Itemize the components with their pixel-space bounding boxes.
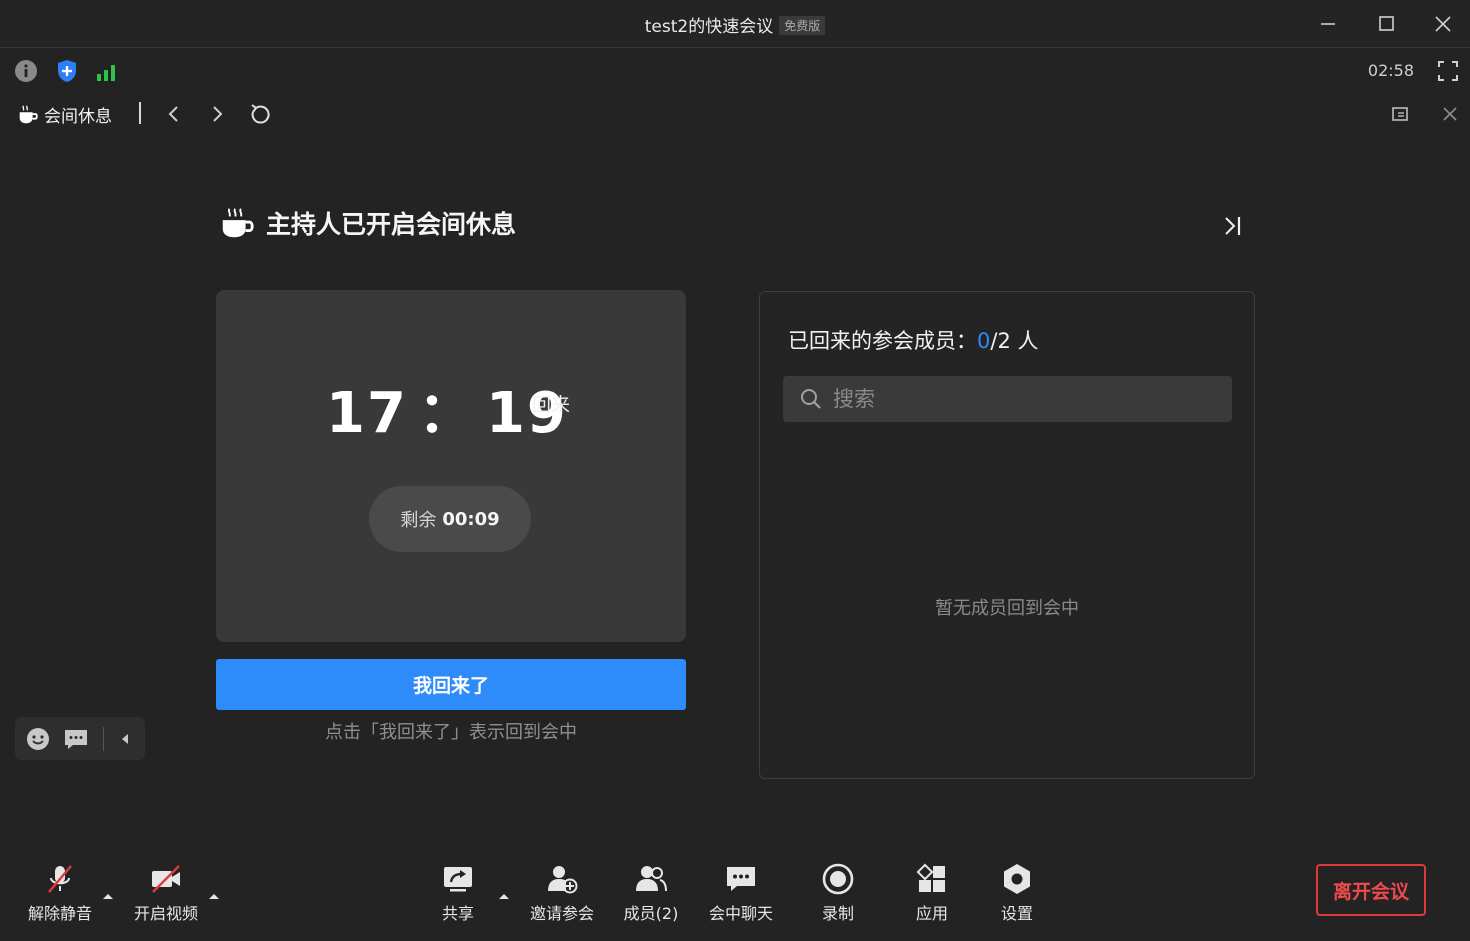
remaining-value: 00:09 bbox=[442, 508, 500, 530]
reaction-bar bbox=[15, 717, 145, 760]
record-button[interactable]: 录制 bbox=[798, 862, 878, 924]
member-search-input[interactable] bbox=[783, 376, 1232, 422]
forward-arrow-icon[interactable] bbox=[203, 100, 231, 128]
return-time-card: 17： 19 回来 剩余 00:09 bbox=[216, 290, 686, 642]
close-panel-icon[interactable] bbox=[1436, 100, 1464, 128]
im-back-button[interactable]: 我回来了 bbox=[216, 659, 686, 710]
close-window-icon[interactable] bbox=[1431, 12, 1455, 36]
return-suffix: 回来 bbox=[532, 394, 571, 416]
gear-icon bbox=[1004, 864, 1030, 894]
members-title-prefix: 已回来的参会成员： bbox=[788, 329, 977, 353]
coffee-cup-icon bbox=[222, 208, 254, 238]
fullscreen-icon[interactable] bbox=[1436, 59, 1460, 83]
emoji-icon[interactable] bbox=[25, 726, 51, 752]
apps-label: 应用 bbox=[915, 904, 948, 923]
share-label: 共享 bbox=[441, 904, 474, 923]
back-arrow-icon[interactable] bbox=[160, 100, 188, 128]
break-tab-label: 会间休息 bbox=[44, 107, 112, 127]
meeting-title: test2的快速会议 bbox=[644, 17, 774, 37]
settings-button[interactable]: 设置 bbox=[977, 862, 1057, 924]
coffee-cup-icon bbox=[19, 104, 38, 123]
collapse-left-icon[interactable] bbox=[113, 726, 139, 752]
maximize-icon[interactable] bbox=[1374, 12, 1398, 36]
break-tab[interactable]: 会间休息 bbox=[16, 102, 112, 127]
members-button[interactable]: 成员(2) bbox=[611, 862, 691, 924]
video-options-caret-icon[interactable] bbox=[207, 886, 221, 899]
returned-members-panel: 已回来的参会成员：0/2 人 暂无成员回到会中 bbox=[759, 291, 1255, 779]
chat-label: 会中聊天 bbox=[708, 904, 773, 923]
break-heading: 主持人已开启会间休息 bbox=[218, 204, 516, 242]
return-hour: 17 bbox=[326, 381, 408, 446]
invite-button[interactable]: 邀请参会 bbox=[522, 862, 602, 924]
total-count: /2 人 bbox=[990, 329, 1039, 353]
share-button[interactable]: 共享 bbox=[418, 862, 498, 924]
add-user-icon bbox=[548, 866, 578, 894]
collapse-panel-icon[interactable] bbox=[1218, 212, 1246, 240]
muted-mic-icon bbox=[48, 865, 72, 893]
apps-grid-icon bbox=[916, 863, 945, 892]
settings-label: 设置 bbox=[1000, 904, 1033, 923]
info-icon[interactable] bbox=[13, 58, 39, 84]
start-video-button[interactable]: 开启视频 bbox=[126, 862, 206, 924]
chat-icon bbox=[727, 867, 755, 891]
popout-icon[interactable] bbox=[1386, 100, 1414, 128]
security-shield-icon[interactable] bbox=[54, 58, 80, 84]
signal-strength-icon[interactable] bbox=[95, 58, 121, 84]
meeting-toolbar: 解除静音 开启视频 共享 邀请参会 成员(2) 会中聊天 录制 应用 设置 离开… bbox=[0, 850, 1470, 941]
chat-bubble-icon[interactable] bbox=[63, 726, 89, 752]
toolbar-divider bbox=[139, 102, 141, 124]
leave-meeting-button[interactable]: 离开会议 bbox=[1316, 864, 1426, 916]
remaining-label: 剩余 bbox=[400, 510, 437, 531]
video-off-icon bbox=[152, 865, 180, 893]
unmute-label: 解除静音 bbox=[27, 904, 92, 923]
members-icon bbox=[636, 866, 667, 892]
returned-count: 0 bbox=[977, 329, 991, 353]
refresh-icon[interactable] bbox=[246, 100, 274, 128]
meeting-duration: 02:58 bbox=[1367, 61, 1414, 80]
members-label: 成员(2) bbox=[623, 904, 679, 923]
page-title: 主持人已开启会间休息 bbox=[266, 210, 517, 239]
search-icon bbox=[798, 386, 824, 412]
apps-button[interactable]: 应用 bbox=[892, 862, 972, 924]
unmute-button[interactable]: 解除静音 bbox=[20, 862, 100, 924]
back-hint: 点击「我回来了」表示回到会中 bbox=[325, 722, 577, 743]
window-title: test2的快速会议 免费版 bbox=[0, 12, 1470, 37]
remaining-time-pill: 剩余 00:09 bbox=[369, 486, 531, 552]
record-icon bbox=[822, 863, 854, 895]
title-bar: test2的快速会议 免费版 bbox=[0, 0, 1470, 48]
record-label: 录制 bbox=[821, 904, 854, 923]
info-bar: 02:58 bbox=[0, 49, 1470, 93]
audio-options-caret-icon[interactable] bbox=[101, 886, 115, 899]
invite-label: 邀请参会 bbox=[529, 904, 594, 923]
break-toolbar: 会间休息 bbox=[0, 96, 1470, 132]
share-options-caret-icon[interactable] bbox=[497, 886, 511, 899]
minimize-icon[interactable] bbox=[1316, 12, 1340, 36]
share-screen-icon bbox=[444, 867, 472, 892]
empty-state-text: 暂无成员回到会中 bbox=[935, 598, 1079, 619]
plan-badge: 免费版 bbox=[779, 16, 826, 35]
start-video-label: 开启视频 bbox=[133, 904, 198, 923]
members-title: 已回来的参会成员：0/2 人 bbox=[788, 325, 1039, 355]
time-colon: ： bbox=[417, 381, 476, 446]
reaction-divider bbox=[103, 727, 104, 751]
chat-button[interactable]: 会中聊天 bbox=[701, 862, 781, 924]
